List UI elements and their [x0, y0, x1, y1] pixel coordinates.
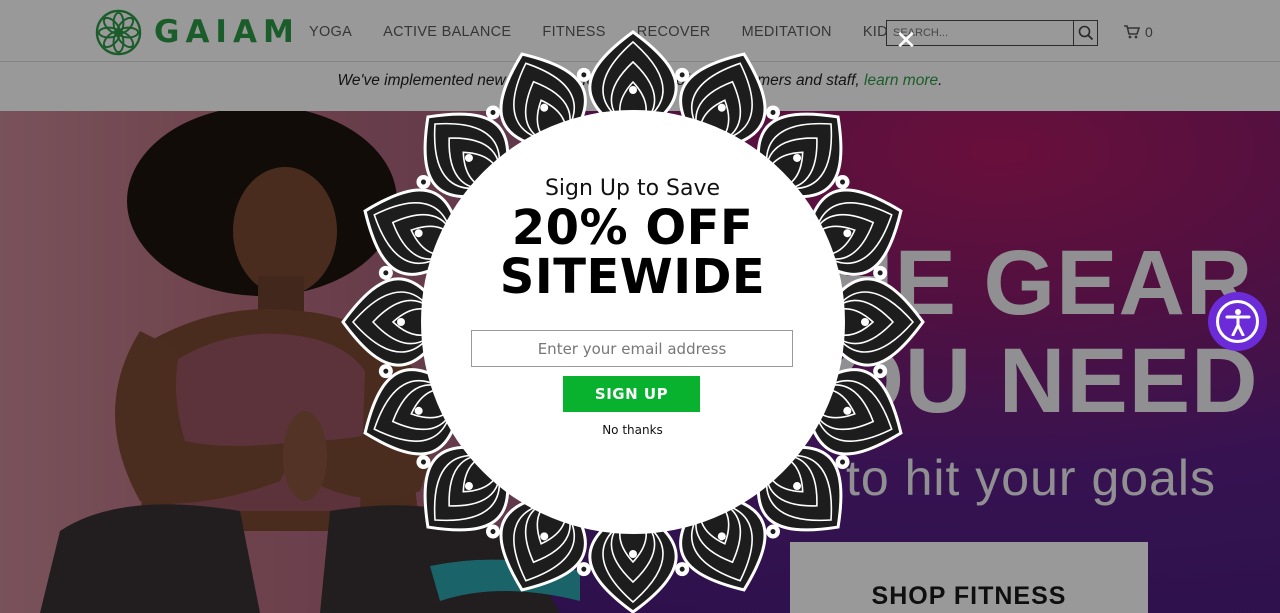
sign-up-button[interactable]: SIGN UP [563, 376, 700, 412]
popup-kicker: Sign Up to Save [544, 176, 721, 201]
popup-headline-2: SITEWIDE [499, 249, 766, 305]
no-thanks-link[interactable]: No thanks [430, 423, 835, 437]
popup-headline-1: 20% OFF [511, 200, 754, 256]
accessibility-ring [1216, 300, 1259, 343]
email-field[interactable] [471, 330, 793, 367]
accessibility-icon [1225, 308, 1250, 336]
close-icon[interactable]: ✕ [893, 28, 919, 54]
accessibility-button[interactable] [1208, 292, 1267, 351]
